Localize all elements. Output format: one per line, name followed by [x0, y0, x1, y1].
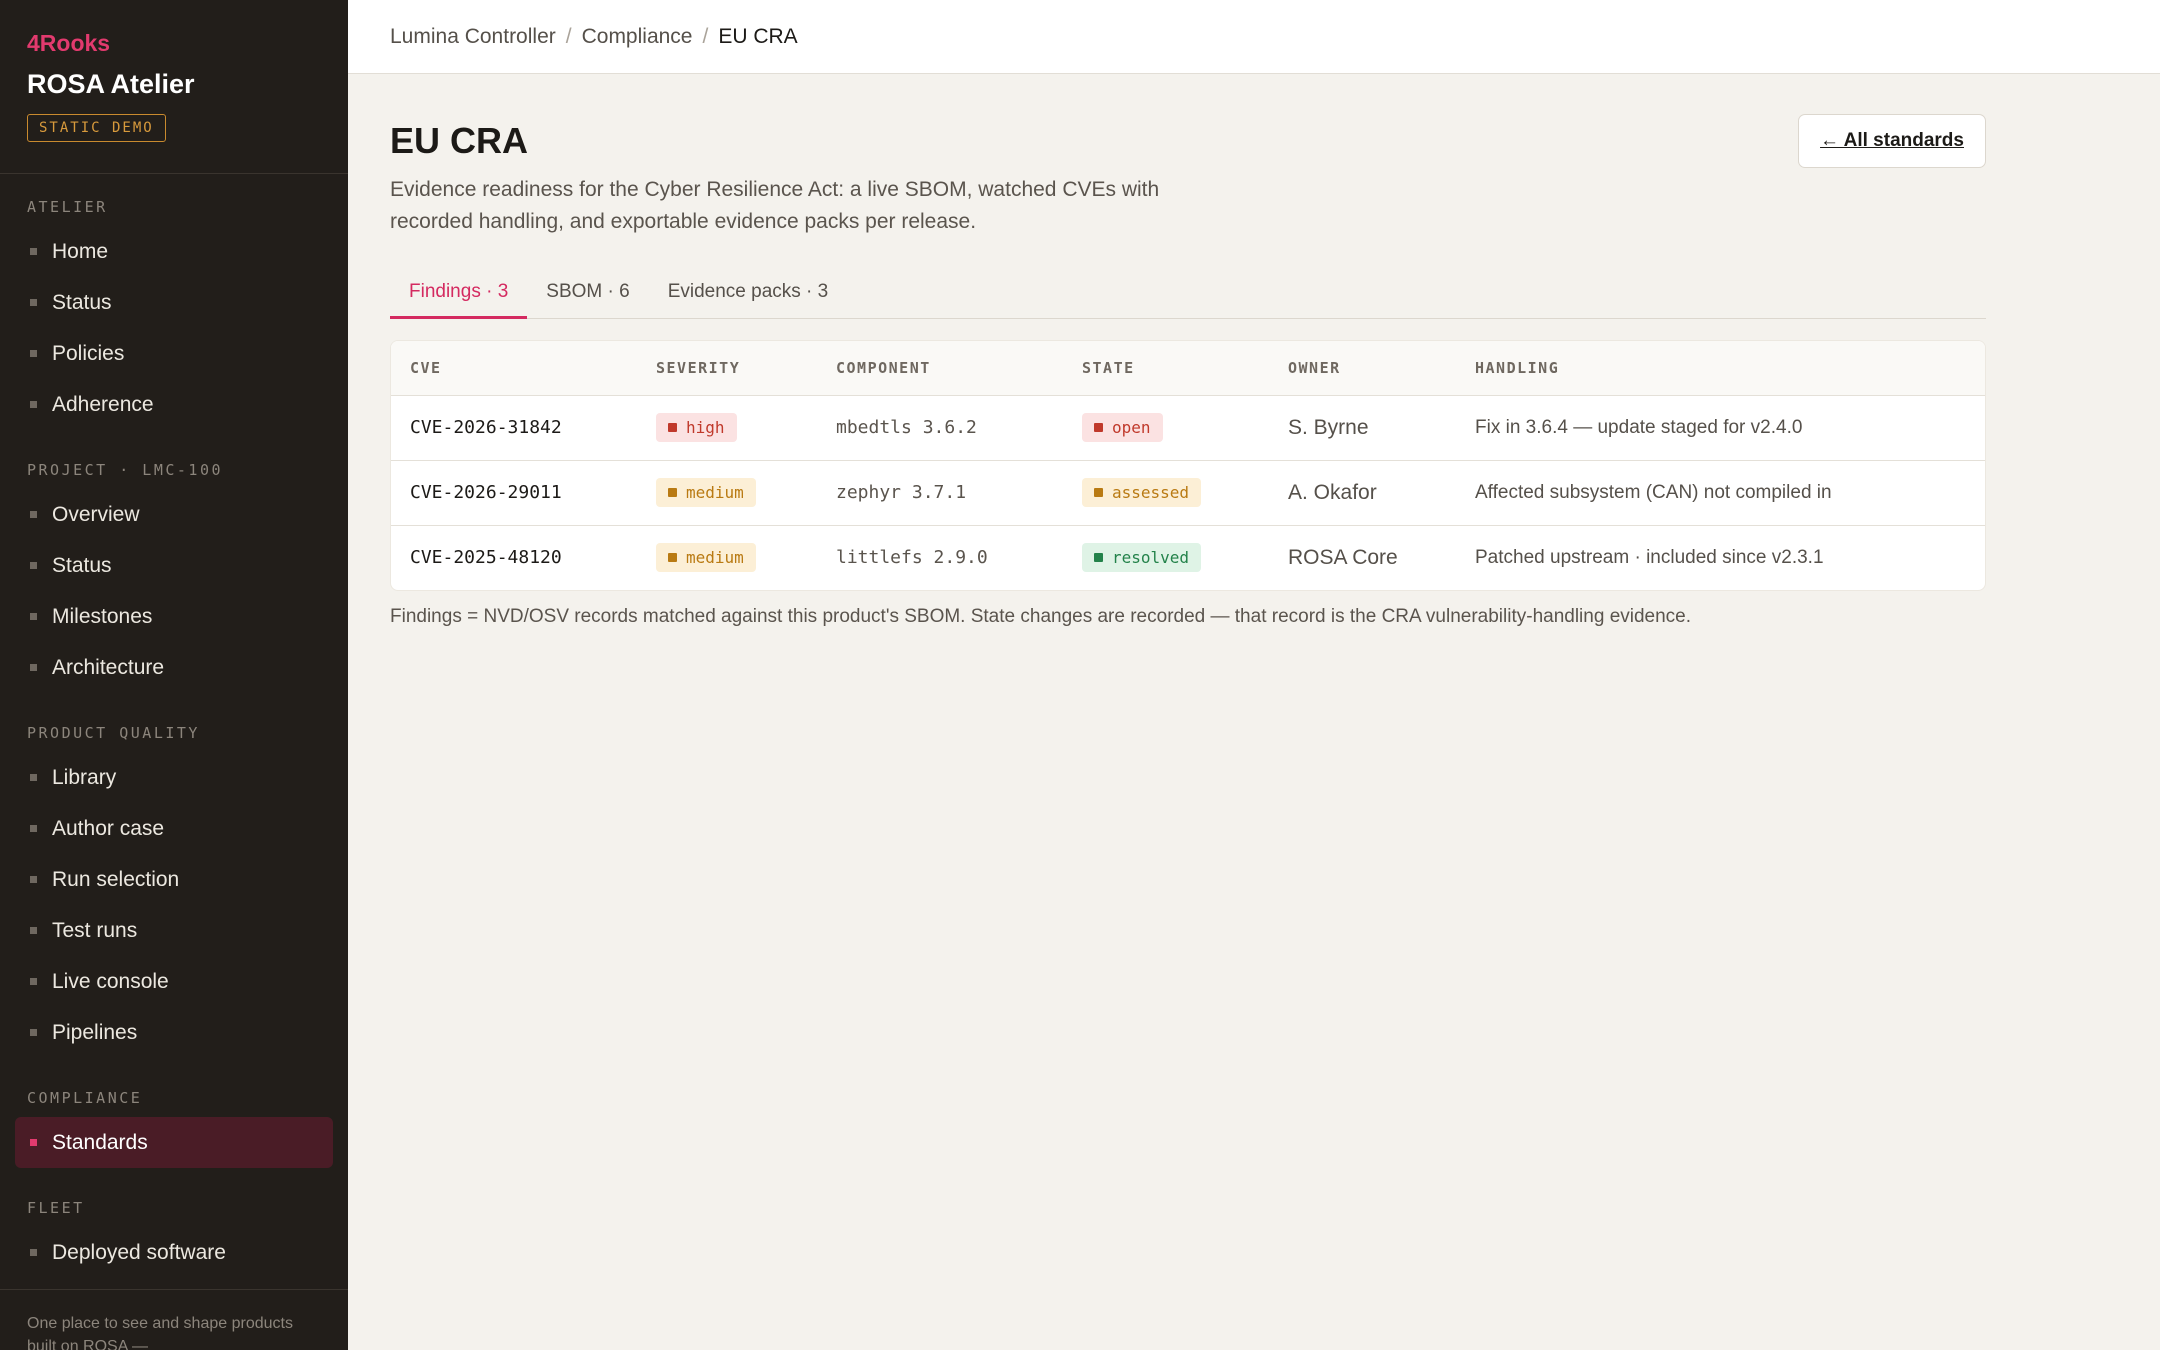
- severity-cell: medium: [637, 460, 817, 526]
- breadcrumb-current: EU CRA: [718, 24, 798, 48]
- severity-cell: high: [637, 395, 817, 461]
- bullet-icon: [30, 1139, 37, 1146]
- bullet-icon: [30, 511, 37, 518]
- sidebar-item-milestones[interactable]: Milestones: [0, 591, 348, 642]
- sidebar-item-overview[interactable]: Overview: [0, 489, 348, 540]
- tab-evidence-packs[interactable]: Evidence packs · 3: [649, 272, 848, 319]
- bullet-icon: [30, 350, 37, 357]
- bullet-icon: [30, 876, 37, 883]
- handling: Patched upstream · included since v2.3.1: [1475, 546, 1824, 568]
- sidebar-item-standards[interactable]: Standards: [15, 1117, 333, 1168]
- all-standards-button[interactable]: ← All standards: [1798, 114, 1986, 168]
- table-header-row: CVE SEVERITY COMPONENT STATE OWNER HANDL…: [391, 341, 1985, 396]
- bullet-icon: [30, 562, 37, 569]
- sidebar-item-author-case[interactable]: Author case: [0, 803, 348, 854]
- page-description: Evidence readiness for the Cyber Resilie…: [390, 178, 1160, 233]
- column-header-state[interactable]: STATE: [1063, 341, 1269, 396]
- table-row[interactable]: CVE-2026-31842 high mbedtls 3.6.2 open S…: [391, 395, 1985, 461]
- sidebar-item-library[interactable]: Library: [0, 752, 348, 803]
- severity-badge: medium: [656, 478, 756, 507]
- column-header-handling[interactable]: HANDLING: [1456, 341, 1985, 396]
- bullet-icon: [30, 299, 37, 306]
- severity-cell: medium: [637, 525, 817, 590]
- handling: Fix in 3.6.4 — update staged for v2.4.0: [1456, 395, 1985, 461]
- bullet-icon: [30, 1249, 37, 1256]
- sidebar-footer: One place to see and shape products buil…: [0, 1289, 348, 1350]
- tab-findings[interactable]: Findings · 3: [390, 272, 528, 319]
- sidebar-item-architecture[interactable]: Architecture: [0, 642, 348, 693]
- breadcrumb: Lumina Controller / Compliance / EU CRA: [348, 0, 2160, 74]
- state-badge: assessed: [1082, 478, 1202, 507]
- brand-org: 4Rooks: [27, 30, 111, 56]
- owner: ROSA Core: [1288, 545, 1398, 569]
- state-dot-icon: [1094, 488, 1103, 497]
- sidebar-item-project-status[interactable]: Status: [0, 540, 348, 591]
- nav-section-quality: PRODUCT QUALITY: [27, 724, 200, 742]
- bullet-icon: [30, 401, 37, 408]
- brand-name: ROSA Atelier: [27, 69, 195, 99]
- cve-id[interactable]: CVE-2025-48120: [391, 525, 637, 590]
- handling: Affected subsystem (CAN) not compiled in: [1456, 460, 1985, 526]
- bullet-icon: [30, 664, 37, 671]
- nav-section-compliance: COMPLIANCE: [27, 1089, 143, 1107]
- breadcrumb-separator: /: [702, 24, 709, 48]
- tab-bar: Findings · 3 SBOM · 6 Evidence packs · 3: [390, 272, 1986, 319]
- component: zephyr 3.7.1: [817, 460, 1063, 526]
- sidebar-item-policies[interactable]: Policies: [0, 328, 348, 379]
- owner: A. Okafor: [1269, 460, 1456, 526]
- sidebar-item-home[interactable]: Home: [0, 226, 348, 277]
- severity-dot-icon: [668, 488, 677, 497]
- nav-section-project: PROJECT · LMC-100: [27, 461, 224, 479]
- breadcrumb-separator: /: [565, 24, 572, 48]
- state-dot-icon: [1094, 553, 1103, 563]
- bullet-icon: [30, 927, 37, 934]
- breadcrumb-compliance[interactable]: Compliance: [582, 25, 693, 49]
- state-badge: resolved: [1082, 543, 1202, 573]
- column-header-severity[interactable]: SEVERITY: [637, 341, 817, 396]
- bullet-icon: [30, 774, 37, 781]
- bullet-icon: [30, 978, 37, 985]
- severity-badge: high: [656, 413, 737, 442]
- cve-id[interactable]: CVE-2026-29011: [391, 460, 637, 526]
- findings-footnote: Findings = NVD/OSV records matched again…: [390, 606, 1692, 627]
- bullet-icon: [30, 825, 37, 832]
- state-cell: resolved: [1063, 525, 1269, 590]
- severity-badge: medium: [656, 543, 756, 573]
- bullet-icon: [30, 1029, 37, 1036]
- bullet-icon: [30, 613, 37, 620]
- owner: S. Byrne: [1269, 395, 1456, 461]
- table-row[interactable]: CVE-2026-29011 medium zephyr 3.7.1 asses…: [391, 460, 1985, 526]
- nav-section-atelier: ATELIER: [27, 198, 108, 216]
- sidebar-item-adherence[interactable]: Adherence: [0, 379, 348, 430]
- table-row[interactable]: CVE-2025-48120 medium littlefs 2.9.0 res…: [391, 525, 1985, 590]
- column-header-cve[interactable]: CVE: [391, 341, 637, 396]
- breadcrumb-product[interactable]: Lumina Controller: [390, 25, 556, 49]
- sidebar-item-deployed-software[interactable]: Deployed software: [0, 1227, 348, 1278]
- component: littlefs 2.9.0: [836, 547, 988, 569]
- severity-dot-icon: [668, 553, 677, 563]
- sidebar-item-run-selection[interactable]: Run selection: [0, 854, 348, 905]
- column-header-component[interactable]: COMPONENT: [817, 341, 1063, 396]
- tab-sbom[interactable]: SBOM · 6: [527, 272, 648, 319]
- nav-section-fleet: FLEET: [27, 1199, 85, 1217]
- state-cell: assessed: [1063, 460, 1269, 526]
- page-title: EU CRA: [390, 120, 529, 161]
- state-dot-icon: [1094, 423, 1103, 432]
- sidebar: 4Rooks ROSA Atelier STATIC DEMO ATELIER …: [0, 0, 348, 1350]
- state-cell: open: [1063, 395, 1269, 461]
- sidebar-item-test-runs[interactable]: Test runs: [0, 905, 348, 956]
- bullet-icon: [30, 248, 37, 255]
- static-demo-badge: STATIC DEMO: [27, 114, 166, 142]
- cve-id[interactable]: CVE-2026-31842: [391, 395, 637, 461]
- sidebar-item-live-console[interactable]: Live console: [0, 956, 348, 1007]
- brand-block: 4Rooks ROSA Atelier STATIC DEMO: [0, 0, 348, 174]
- column-header-owner[interactable]: OWNER: [1269, 341, 1456, 396]
- sidebar-item-pipelines[interactable]: Pipelines: [0, 1007, 348, 1058]
- component: mbedtls 3.6.2: [817, 395, 1063, 461]
- sidebar-item-status[interactable]: Status: [0, 277, 348, 328]
- findings-table: CVE SEVERITY COMPONENT STATE OWNER HANDL…: [390, 340, 1986, 591]
- severity-dot-icon: [668, 423, 677, 432]
- state-badge: open: [1082, 413, 1163, 442]
